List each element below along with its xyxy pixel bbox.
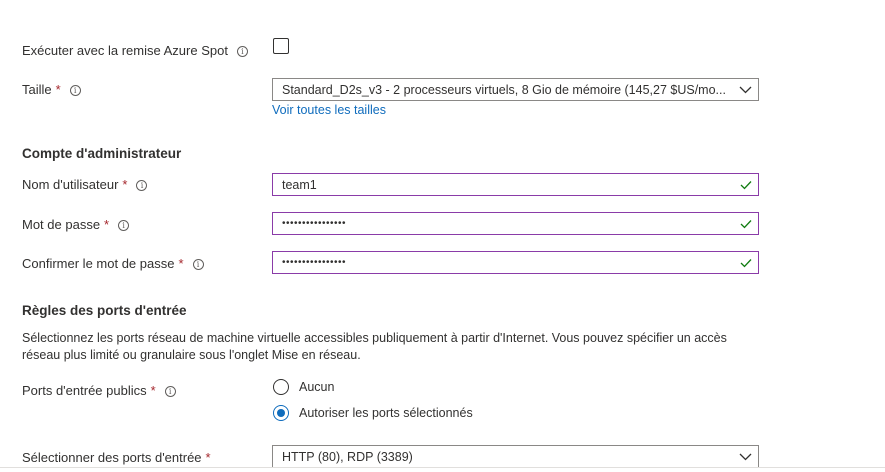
info-icon[interactable]: i: [69, 84, 81, 96]
chevron-down-icon: [732, 79, 758, 100]
radio-button[interactable]: [273, 379, 289, 395]
info-icon[interactable]: i: [118, 219, 130, 231]
radio-label-none: Aucun: [299, 380, 335, 394]
admin-section-title: Compte d'administrateur: [22, 146, 182, 161]
confirm-password-input[interactable]: ••••••••••••••••: [272, 251, 759, 274]
chevron-down-icon: [732, 446, 758, 467]
confirm-password-value: ••••••••••••••••: [282, 257, 347, 268]
password-row-label: Mot de passe * i: [22, 217, 130, 233]
spot-row-label: Exécuter avec la remise Azure Spot i: [22, 43, 248, 59]
divider: [0, 467, 885, 468]
info-icon[interactable]: i: [192, 258, 204, 270]
radio-button-selected[interactable]: [273, 405, 289, 421]
select-ports-dropdown[interactable]: HTTP (80), RDP (3389): [272, 445, 759, 468]
required-marker: *: [104, 217, 110, 232]
username-input[interactable]: team1: [272, 173, 759, 196]
username-label: Nom d'utilisateur: [22, 177, 119, 192]
info-icon[interactable]: i: [164, 385, 176, 397]
checkmark-icon: [734, 252, 758, 273]
size-label: Taille: [22, 82, 52, 97]
required-marker: *: [122, 177, 128, 192]
password-label: Mot de passe: [22, 217, 101, 232]
inbound-description: Sélectionnez les ports réseau de machine…: [22, 331, 727, 362]
radio-option-allow-selected[interactable]: Autoriser les ports sélectionnés: [273, 405, 473, 421]
confirm-password-label: Confirmer le mot de passe: [22, 256, 175, 271]
required-marker: *: [205, 450, 211, 465]
checkmark-icon: [734, 174, 758, 195]
confirm-password-row-label: Confirmer le mot de passe * i: [22, 256, 204, 272]
select-ports-label: Sélectionner des ports d'entrée: [22, 450, 202, 465]
password-input[interactable]: ••••••••••••••••: [272, 212, 759, 235]
size-value: Standard_D2s_v3 - 2 processeurs virtuels…: [282, 82, 726, 97]
required-marker: *: [55, 82, 61, 97]
see-all-sizes-link[interactable]: Voir toutes les tailles: [272, 103, 386, 117]
size-dropdown[interactable]: Standard_D2s_v3 - 2 processeurs virtuels…: [272, 78, 759, 101]
public-ports-row-label: Ports d'entrée publics * i: [22, 383, 176, 399]
username-row-label: Nom d'utilisateur * i: [22, 177, 148, 193]
required-marker: *: [150, 383, 156, 398]
required-marker: *: [178, 256, 184, 271]
password-value: ••••••••••••••••: [282, 218, 347, 229]
info-icon[interactable]: i: [236, 45, 248, 57]
spot-label: Exécuter avec la remise Azure Spot: [22, 43, 228, 58]
spot-checkbox[interactable]: [273, 38, 289, 54]
select-ports-row-label: Sélectionner des ports d'entrée *: [22, 450, 211, 466]
size-row-label: Taille * i: [22, 82, 81, 98]
public-ports-label: Ports d'entrée publics: [22, 383, 147, 398]
radio-label-allow-selected: Autoriser les ports sélectionnés: [299, 406, 473, 420]
radio-option-none[interactable]: Aucun: [273, 379, 334, 395]
inbound-section-title: Règles des ports d'entrée: [22, 303, 187, 318]
checkmark-icon: [734, 213, 758, 234]
username-value: team1: [282, 177, 317, 192]
info-icon[interactable]: i: [136, 179, 148, 191]
select-ports-value: HTTP (80), RDP (3389): [282, 449, 413, 464]
